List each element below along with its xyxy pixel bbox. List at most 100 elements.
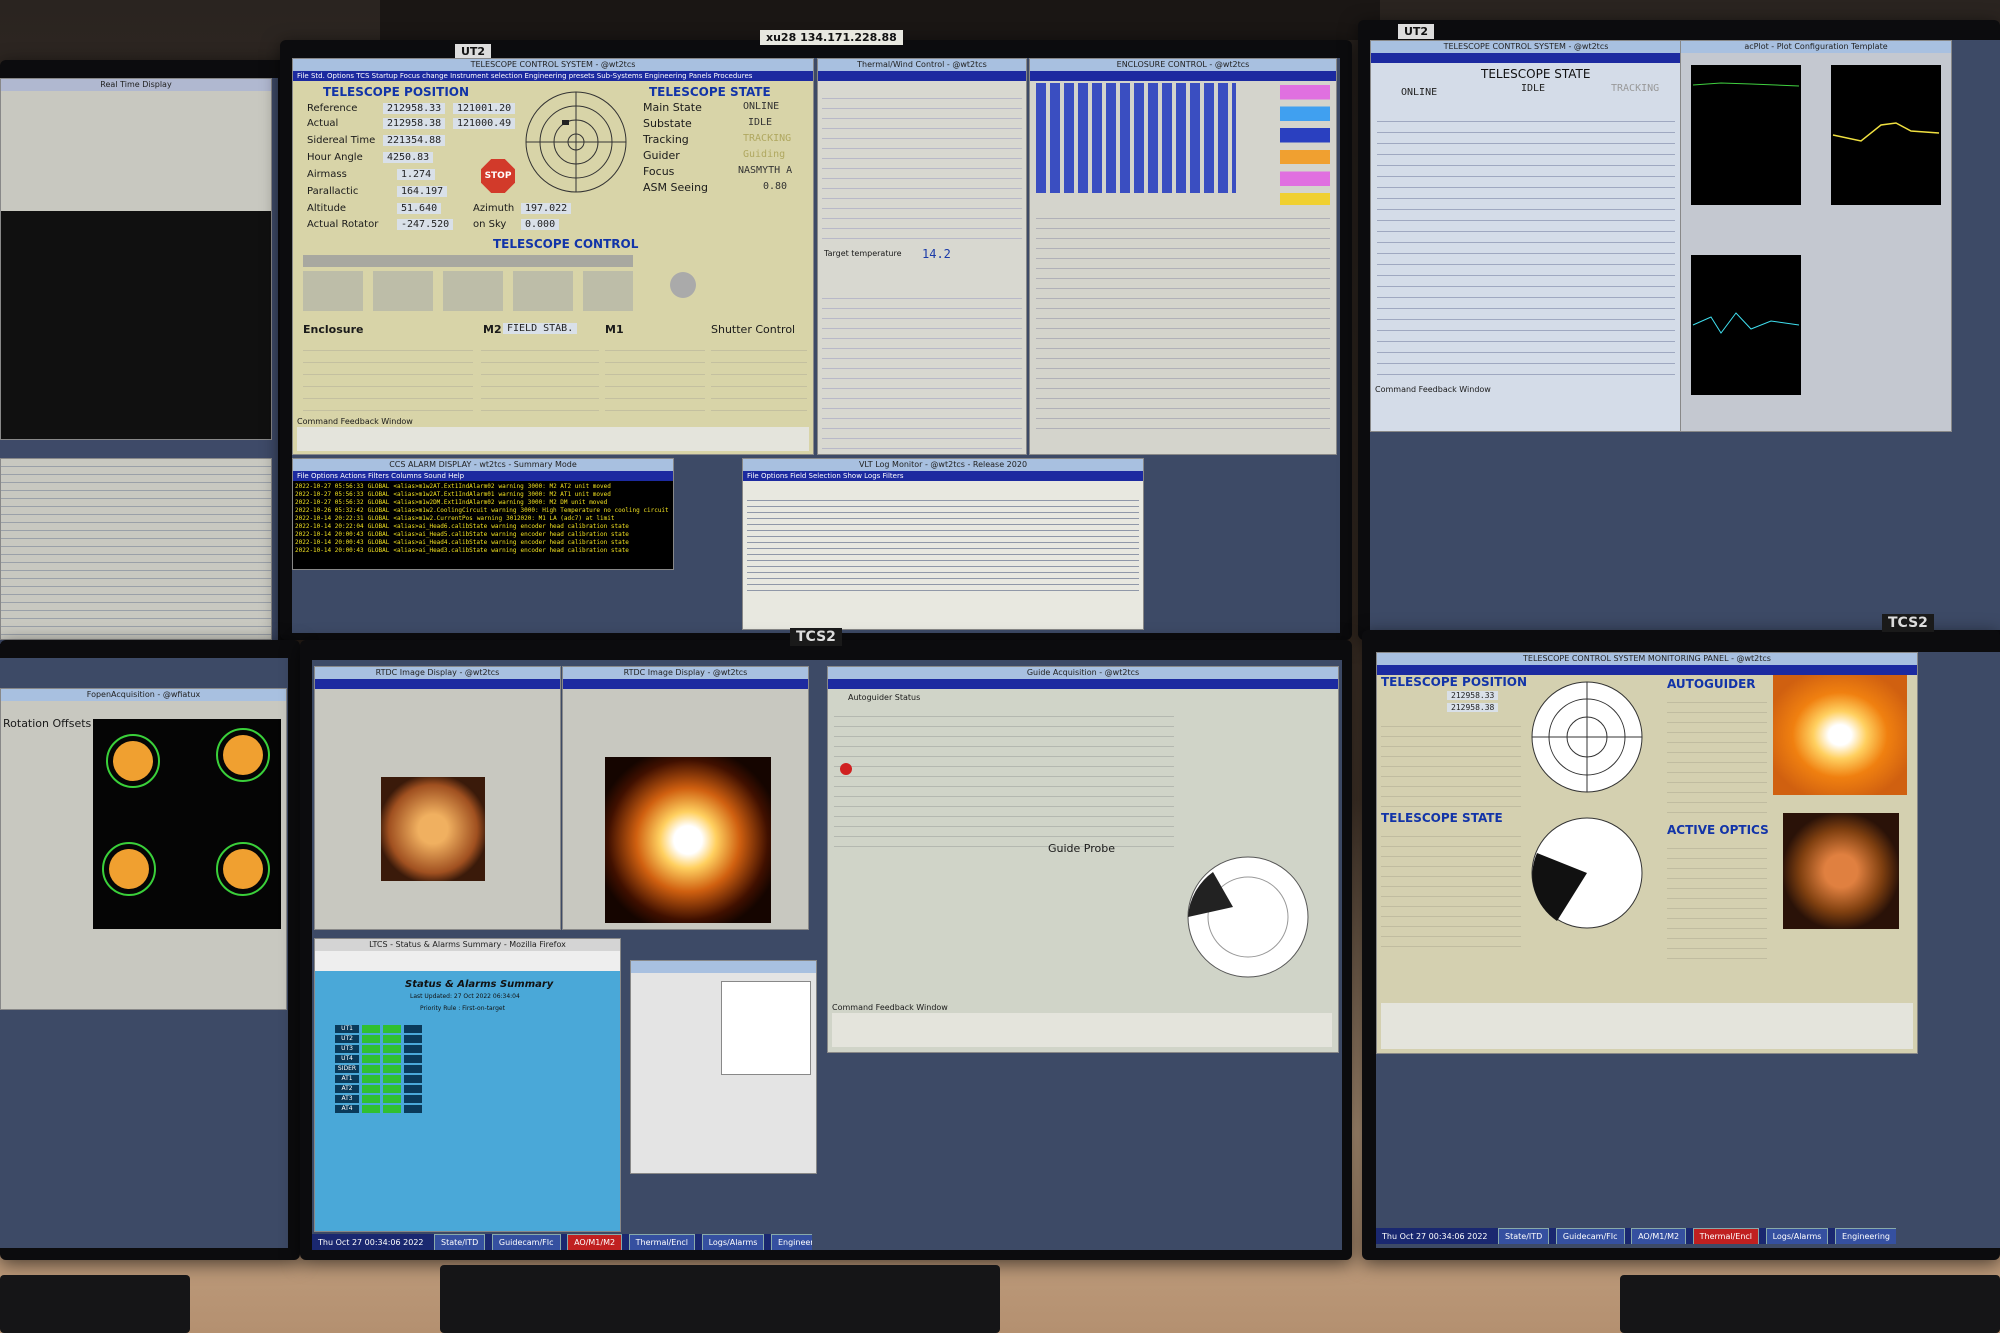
autoguider-image [1773, 675, 1907, 795]
alarm-row[interactable]: 2022-10-14 20:22:31 GLOBAL <alias>m1w2.Cur… [295, 515, 671, 523]
taskbar-button-logs[interactable]: Logs/Alarms [701, 1234, 765, 1250]
louver-status-legend [1280, 85, 1330, 205]
keyboard-right[interactable] [1620, 1275, 2000, 1333]
guide-titlebar: Guide Acquisition - @wt2tcs [828, 667, 1338, 679]
substate-label: Substate [643, 117, 692, 130]
log-window-left[interactable] [0, 458, 272, 640]
alarm-row[interactable]: 2022-10-14 20:00:43 GLOBAL <alias>ai_Head5… [295, 531, 671, 539]
alarm-level: warning [498, 483, 524, 490]
status-heading: Status & Alarms Summary [405, 979, 554, 990]
enclosure-menubar[interactable] [1030, 71, 1336, 81]
enclosure-window[interactable]: ENCLOSURE CONTROL - @wt2tcs [1029, 58, 1337, 455]
acquisition-window[interactable]: FopenAcquisition - @wfiatux Rotation Off… [0, 688, 287, 1010]
alarm-row[interactable]: 2022-10-26 05:32:42 GLOBAL <alias>m1w2.Coo… [295, 507, 671, 515]
active-optics-image [1783, 813, 1899, 929]
alarm-scope: GLOBAL [367, 483, 390, 490]
alarm-row[interactable]: 2022-10-27 05:56:33 GLOBAL <alias>m1w2AT.E… [295, 491, 671, 499]
guide-window[interactable]: Guide Acquisition - @wt2tcs Autoguider S… [827, 666, 1339, 1053]
wind-form[interactable] [822, 289, 1022, 449]
airmass-label: Airmass [307, 169, 347, 180]
firefox-window[interactable]: LTCS - Status & Alarms Summary - Mozilla… [314, 938, 621, 1232]
tracking-label: Tracking [643, 133, 689, 146]
alarm-row[interactable]: 2022-10-27 05:56:32 GLOBAL <alias>m1w2DM.E… [295, 499, 671, 507]
status-cell [383, 1105, 401, 1113]
thermal-form[interactable] [822, 89, 1022, 239]
taskbar-button-ao[interactable]: AO/M1/M2 [567, 1234, 623, 1250]
alarm-scope: GLOBAL [367, 539, 390, 546]
monitor-radar-top [1531, 681, 1643, 793]
taskbar-right-logs[interactable]: Logs/Alarms [1765, 1228, 1829, 1244]
guide-form[interactable] [834, 707, 1174, 847]
plot-window[interactable]: acPlot - Plot Configuration Template [1680, 40, 1952, 432]
keyboard-center[interactable] [440, 1265, 1000, 1333]
shutter-panel[interactable] [711, 339, 807, 413]
control-toolbar[interactable] [303, 255, 633, 267]
rtd-window-1[interactable]: RTDC Image Display - @wt2tcs [314, 666, 561, 930]
screen-bottom-left: FopenAcquisition - @wfiatux Rotation Off… [0, 658, 288, 1248]
taskbar-right-thermal[interactable]: Thermal/Encl [1692, 1228, 1760, 1244]
rtd2-menubar[interactable] [563, 679, 808, 689]
control-form[interactable] [303, 271, 633, 311]
enclosure-lower-form[interactable] [1036, 209, 1330, 429]
enclosure-panel[interactable] [303, 339, 473, 413]
status-cell [362, 1065, 380, 1073]
rtd-window-2[interactable]: RTDC Image Display - @wt2tcs [562, 666, 809, 930]
monitoring-menubar[interactable] [1377, 665, 1917, 675]
subsystem-list[interactable] [1377, 111, 1675, 381]
stop-button[interactable]: STOP [481, 159, 515, 193]
keyboard-left[interactable] [0, 1275, 190, 1333]
thermal-titlebar: Thermal/Wind Control - @wt2tcs [818, 59, 1026, 71]
feedback-window [297, 427, 809, 451]
taskbar-button-state[interactable]: State/ITD [434, 1234, 486, 1250]
tcs-menubar[interactable]: File Std. Options TCS Startup Focus chan… [293, 71, 813, 81]
status-cell [404, 1105, 422, 1113]
monitor-ip-label: xu28 134.171.228.88 [760, 30, 903, 45]
right-tcs-menubar[interactable] [1371, 53, 1681, 63]
alarm-source: <alias>m1w2.CurrentPos [393, 515, 473, 522]
louver-grid[interactable] [1036, 83, 1236, 193]
rtd1-menubar[interactable] [315, 679, 560, 689]
alarm-window[interactable]: CCS ALARM DISPLAY - wt2tcs - Summary Mod… [292, 458, 674, 570]
telescope-position-radar [525, 91, 627, 193]
status-cell [383, 1045, 401, 1053]
thermal-menubar[interactable] [818, 71, 1026, 81]
guide-menubar[interactable] [828, 679, 1338, 689]
thermal-window[interactable]: Thermal/Wind Control - @wt2tcs Target te… [817, 58, 1027, 455]
firefox-toolbar[interactable] [315, 951, 620, 971]
alarm-scope: GLOBAL [367, 547, 390, 554]
feedback-label: Command Feedback Window [297, 417, 413, 426]
taskbar-right-guidecam[interactable]: Guidecam/FIc [1555, 1228, 1625, 1244]
onsky-value: 0.000 [521, 219, 560, 230]
taskbar-center: Thu Oct 27 00:34:06 2022 State/ITD Guide… [312, 1234, 812, 1250]
log-window[interactable]: VLT Log Monitor - @wt2tcs - Release 2020… [742, 458, 1144, 630]
alarm-menubar[interactable]: File Options Actions Filters Columns Sou… [293, 471, 673, 481]
taskbar-right-ao[interactable]: AO/M1/M2 [1631, 1228, 1687, 1244]
monitor-top-right: UT2 xu28 134.171.228.88 TELESCOPE CONTRO… [1358, 20, 2000, 640]
alarm-row[interactable]: 2022-10-14 20:00:43 GLOBAL <alias>ai_Head3… [295, 547, 671, 555]
telescope-offset-pad[interactable] [653, 255, 713, 315]
status-table: UT1 UT2 UT3 UT4 SIDER AT1 AT2 AT3 AT4 [335, 1025, 595, 1115]
taskbar-button-guidecam[interactable]: Guidecam/FIc [491, 1234, 561, 1250]
acq-image-window[interactable] [630, 960, 817, 1174]
reference-ra: 212958.33 [383, 103, 446, 114]
asm-value: 0.80 [763, 181, 788, 192]
alarm-level: warning [491, 523, 517, 530]
tcs-window[interactable]: TELESCOPE CONTROL SYSTEM - @wt2tcs File … [292, 58, 814, 455]
right-state-heading: TELESCOPE STATE [1481, 67, 1591, 81]
taskbar-button-thermal[interactable]: Thermal/Encl [628, 1234, 696, 1250]
taskbar-right-engineering[interactable]: Engineering [1834, 1228, 1896, 1244]
log-menubar[interactable]: File Options Field Selection Show Logs F… [743, 471, 1143, 481]
taskbar-clock: Thu Oct 27 00:34:06 2022 [318, 1238, 424, 1247]
status-cell [383, 1085, 401, 1093]
alarm-row[interactable]: 2022-10-14 20:22:04 GLOBAL <alias>ai_Head6… [295, 523, 671, 531]
monitoring-panel[interactable]: TELESCOPE CONTROL SYSTEM MONITORING PANE… [1376, 652, 1918, 1054]
alarm-row[interactable]: 2022-10-14 20:00:43 GLOBAL <alias>ai_Head4… [295, 539, 671, 547]
right-tcs-window[interactable]: TELESCOPE CONTROL SYSTEM - @wt2tcs TELES… [1370, 40, 1682, 432]
realtime-display-window[interactable]: Real Time Display [0, 78, 272, 440]
telescope-name: UT3 [335, 1045, 359, 1053]
taskbar-button-engineering[interactable]: Engineering [770, 1234, 812, 1250]
alarm-time: 2022-10-27 05:56:32 [295, 499, 364, 506]
taskbar-right-state[interactable]: State/ITD [1498, 1228, 1550, 1244]
monitor-label: UT2 [455, 44, 492, 59]
alarm-row[interactable]: 2022-10-27 05:56:33 GLOBAL <alias>m1w2AT.E… [295, 483, 671, 491]
